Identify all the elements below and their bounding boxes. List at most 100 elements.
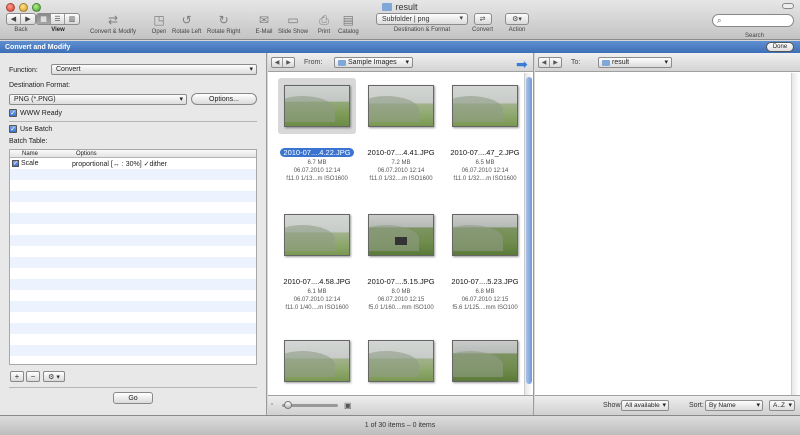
slider-knob[interactable]: [284, 401, 292, 409]
column-header-options[interactable]: Options: [72, 151, 97, 157]
destination-format-popup[interactable]: Subfolder | png: [376, 13, 468, 25]
columns-icon[interactable]: ▥: [65, 14, 79, 24]
remove-batch-button[interactable]: −: [26, 371, 40, 382]
forward-arrow-icon[interactable]: ▶: [550, 58, 561, 67]
thumbnail-frame[interactable]: [362, 333, 440, 389]
thumbnail-frame[interactable]: [278, 78, 356, 134]
thumbnail-name[interactable]: 2010-07....4.41.JPG: [356, 148, 446, 157]
thumbnail-frame[interactable]: [362, 78, 440, 134]
grid-icon[interactable]: ▦: [37, 14, 51, 24]
thumbnail-image[interactable]: [284, 340, 350, 382]
source-folder-popup[interactable]: Sample Images: [334, 57, 413, 68]
rotate-left-button[interactable]: ↺ Rotate Left: [172, 13, 201, 35]
table-row: [10, 301, 256, 312]
slideshow-button[interactable]: ▭ Slide Show: [278, 13, 308, 35]
thumbnail-image[interactable]: [284, 214, 350, 256]
thumbnail-item[interactable]: [446, 333, 524, 393]
view-control: ▦ ☰ ▥ View: [36, 13, 80, 33]
batch-table-header: Name Options: [10, 150, 256, 158]
thumbnail-name[interactable]: 2010-07....5.23.JPG: [440, 277, 530, 286]
from-label: From:: [304, 59, 323, 66]
window-toolbar: result ◀ ▶ Back ▦ ☰ ▥ View ⇄ Convert & M…: [0, 0, 800, 40]
destination-format-select[interactable]: PNG (*.PNG): [9, 94, 187, 105]
thumbnail-image[interactable]: [284, 85, 350, 127]
rotate-right-button[interactable]: ↻ Rotate Right: [207, 13, 240, 35]
divider: [9, 387, 257, 388]
copy-direction-arrow-icon: ➡: [516, 56, 528, 72]
convert-button[interactable]: ⇄ Convert: [472, 13, 493, 33]
print-button[interactable]: ⎙ Print: [315, 12, 333, 36]
function-popup[interactable]: Convert: [51, 64, 257, 75]
back-arrow-icon[interactable]: ◀: [272, 58, 283, 67]
thumbnail-image[interactable]: [368, 85, 434, 127]
options-button[interactable]: Options...: [191, 93, 257, 105]
table-row: [10, 290, 256, 301]
thumbnail-frame[interactable]: [362, 207, 440, 263]
list-icon[interactable]: ☰: [51, 14, 65, 24]
thumbnail-meta: 6.7 MB 06.07.2010 12:14 f11.0 1/13...m ISO…: [286, 160, 348, 182]
add-batch-button[interactable]: +: [10, 371, 24, 382]
thumbnail-frame[interactable]: [278, 207, 356, 263]
column-header-name[interactable]: Name: [10, 151, 72, 157]
go-button[interactable]: Go: [113, 392, 153, 404]
destination-folder-popup[interactable]: result: [598, 57, 672, 68]
batch-action-button[interactable]: ⚙ ▾: [43, 371, 65, 382]
sort-by-popup[interactable]: By Name: [705, 400, 763, 411]
www-ready-checkbox[interactable]: ✓ WWW Ready: [9, 109, 62, 117]
done-button[interactable]: Done: [766, 42, 794, 52]
thumbnail-image[interactable]: [452, 340, 518, 382]
search-input[interactable]: ⌕: [712, 14, 794, 27]
action-button[interactable]: ⚙▾ Action: [505, 13, 529, 33]
forward-arrow-icon[interactable]: ▶: [21, 14, 35, 24]
thumbnail-item[interactable]: 2010-07....4.58.JPG 6.1 MB 06.07.2010 12:…: [278, 207, 356, 317]
scroll-thumb[interactable]: [526, 77, 532, 384]
panel-title: Convert and Modify: [5, 43, 71, 51]
table-row[interactable]: ✓ Scale proportional [↔ : 30%] ✓dither: [10, 158, 256, 169]
table-row: [10, 257, 256, 268]
show-label: Show:: [603, 402, 623, 409]
table-row: [10, 235, 256, 246]
convert-modify-button[interactable]: ⇄ Convert & Modify: [90, 13, 136, 35]
email-button[interactable]: ✉ E-Mail: [255, 13, 273, 35]
thumbnail-frame[interactable]: [446, 207, 524, 263]
sort-order-popup[interactable]: A..Z: [769, 400, 795, 411]
thumbnail-frame[interactable]: [446, 78, 524, 134]
back-arrow-icon[interactable]: ◀: [539, 58, 550, 67]
checkbox-checked-icon[interactable]: ✓: [12, 160, 19, 167]
thumbnail-name[interactable]: 2010-07....47_2.JPG: [440, 148, 530, 157]
status-text: 1 of 30 items – 0 items: [364, 422, 436, 429]
source-nav-control: ◀ ▶: [271, 57, 295, 68]
print-icon: ⎙: [319, 12, 329, 27]
destination-scrollbar[interactable]: [791, 73, 799, 395]
show-filter-popup[interactable]: All available: [621, 400, 669, 411]
thumbnail-image[interactable]: [452, 214, 518, 256]
slideshow-icon: ▭: [287, 13, 299, 27]
back-arrow-icon[interactable]: ◀: [7, 14, 21, 24]
thumbnail-item[interactable]: [362, 333, 440, 393]
thumbnail-item[interactable]: [278, 333, 356, 393]
thumbnail-frame[interactable]: [446, 333, 524, 389]
thumbnail-item[interactable]: 2010-07....47_2.JPG 6.5 MB 06.07.2010 12:…: [446, 78, 524, 188]
open-button[interactable]: ◳ Open: [150, 13, 168, 35]
thumbnail-name[interactable]: 2010-07....4.58.JPG: [272, 277, 362, 286]
forward-arrow-icon[interactable]: ▶: [283, 58, 294, 67]
to-label: To:: [571, 59, 581, 66]
thumbnail-frame[interactable]: [278, 333, 356, 389]
thumbnail-item[interactable]: 2010-07....4.22.JPG 6.7 MB 06.07.2010 12:…: [278, 78, 356, 188]
table-row: [10, 279, 256, 290]
thumbnail-image[interactable]: [368, 214, 434, 256]
catalog-button[interactable]: ▤ Catalog: [338, 13, 359, 35]
thumbnail-item[interactable]: 2010-07....5.23.JPG 6.8 MB 06.07.2010 12:…: [446, 207, 524, 317]
thumbnail-name[interactable]: 2010-07....5.15.JPG: [356, 277, 446, 286]
thumbnail-image[interactable]: [452, 85, 518, 127]
source-scrollbar[interactable]: [524, 73, 532, 395]
thumbnail-item[interactable]: 2010-07....4.41.JPG 7.2 MB 06.07.2010 12:…: [362, 78, 440, 188]
table-row: [10, 356, 256, 364]
thumbnail-item[interactable]: 2010-07....5.15.JPG 8.0 MB 06.07.2010 12:…: [362, 207, 440, 317]
view-label: View: [51, 27, 65, 33]
thumbnail-size-slider[interactable]: [282, 401, 338, 409]
thumbnail-image[interactable]: [368, 340, 434, 382]
thumbnail-name[interactable]: 2010-07....4.22.JPG: [272, 148, 362, 157]
use-batch-checkbox[interactable]: ✓ Use Batch: [9, 125, 52, 133]
toolbar-toggle-button[interactable]: [782, 3, 794, 9]
